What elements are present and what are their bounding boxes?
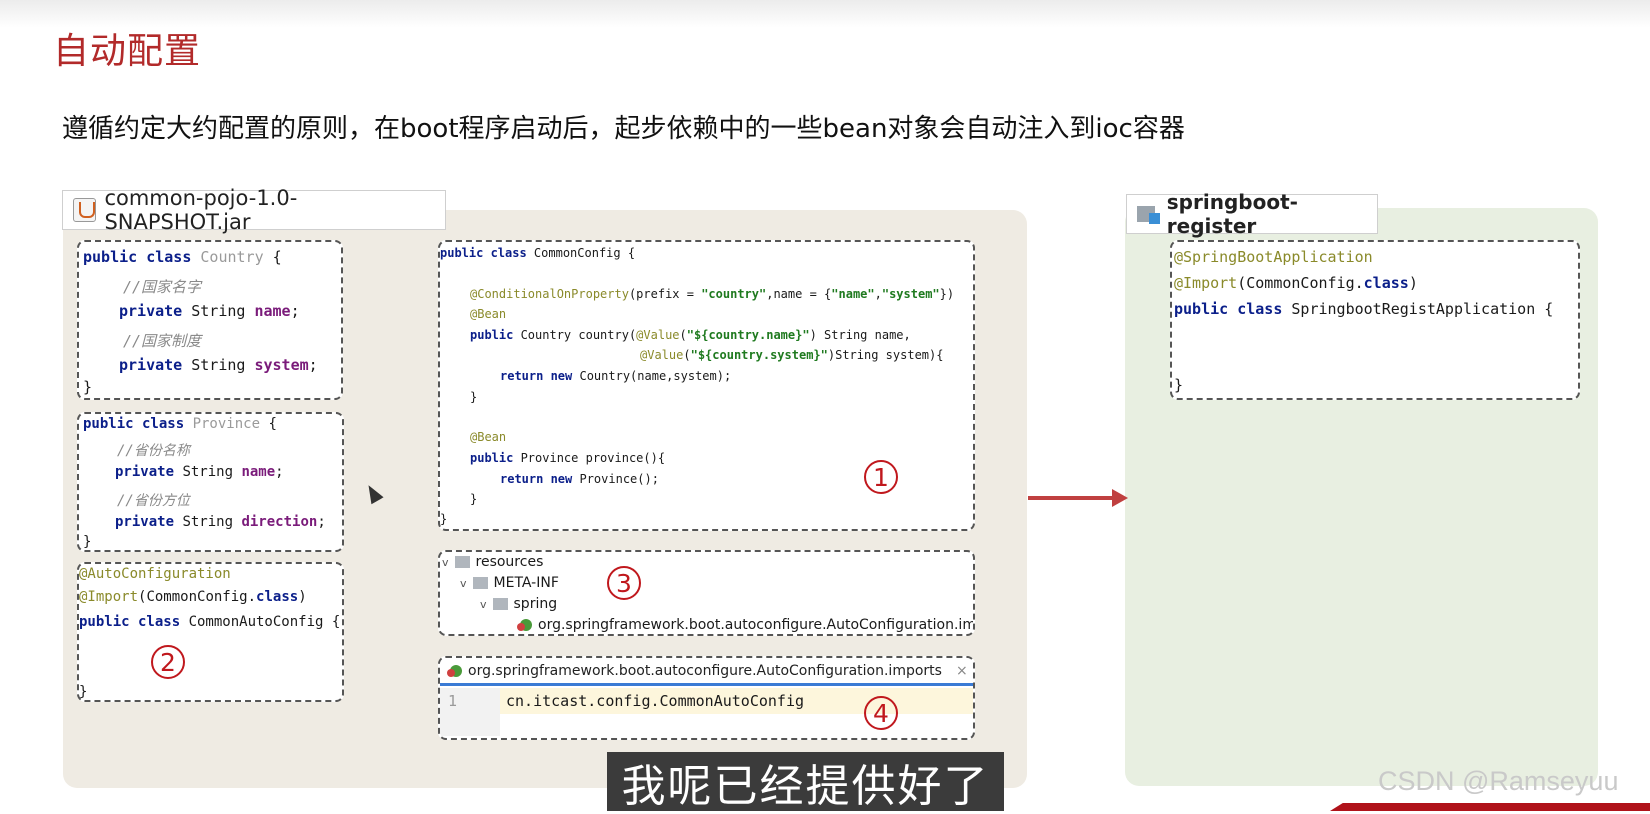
chevron-down-icon: v [442, 555, 449, 569]
autoconfig-class-code: @AutoConfiguration @Import(CommonConfig.… [77, 562, 344, 702]
resources-folder-icon [454, 556, 470, 568]
video-caption: 我呢已经提供好了 [607, 752, 1004, 812]
tree-node-spring[interactable]: v spring [480, 596, 557, 612]
page-subtitle: 遵循约定大约配置的原则，在boot程序启动后，起步依赖中的一些bean对象会自动… [62, 114, 1185, 144]
page-title: 自动配置 [53, 31, 202, 72]
jar-tag: common-pojo-1.0-SNAPSHOT.jar [62, 186, 446, 234]
editor-line[interactable]: cn.itcast.config.CommonAutoConfig [506, 692, 804, 710]
country-class-code: public class Country { //国家名字 private St… [77, 240, 343, 400]
flow-arrow-line [1028, 496, 1118, 500]
tree-node-resources[interactable]: v resources [442, 554, 543, 570]
step-marker-3: 3 [607, 566, 641, 600]
imports-file-editor: org.springframework.boot.autoconfigure.A… [438, 656, 975, 740]
chevron-down-icon: v [460, 576, 467, 590]
spring-config-file-icon [447, 664, 462, 677]
step-marker-2: 2 [151, 645, 185, 679]
project-tag-label: springboot-register [1166, 190, 1298, 238]
footer-red-bar [1330, 803, 1650, 811]
editor-tab[interactable]: org.springframework.boot.autoconfigure.A… [440, 658, 973, 686]
tree-node-meta-inf[interactable]: v META-INF [460, 575, 559, 591]
watermark: CSDN @Ramseyuu [1378, 766, 1619, 796]
step-marker-1: 1 [864, 460, 898, 494]
chevron-down-icon: v [480, 597, 487, 611]
project-tag: springboot-register [1126, 190, 1378, 238]
folder-icon [472, 577, 488, 589]
step-marker-4: 4 [864, 696, 898, 730]
spring-config-file-icon [517, 619, 532, 631]
app-class-code: @SpringBootApplication @Import(CommonCon… [1170, 240, 1580, 400]
jar-icon [73, 198, 97, 222]
province-class-code: public class Province { //省份名称 private S… [77, 412, 344, 552]
close-icon[interactable]: × [956, 663, 968, 679]
folder-icon [492, 598, 508, 610]
line-number: 1 [448, 692, 458, 710]
flow-arrow-head [1112, 489, 1128, 507]
tree-node-imports-file[interactable]: org.springframework.boot.autoconfigure.A… [517, 617, 973, 633]
top-shade [0, 0, 1650, 28]
resources-tree: v resources v META-INF v spring org.spri… [438, 550, 975, 636]
module-folder-icon [1137, 204, 1160, 224]
jar-tag-label: common-pojo-1.0-SNAPSHOT.jar [104, 186, 298, 234]
